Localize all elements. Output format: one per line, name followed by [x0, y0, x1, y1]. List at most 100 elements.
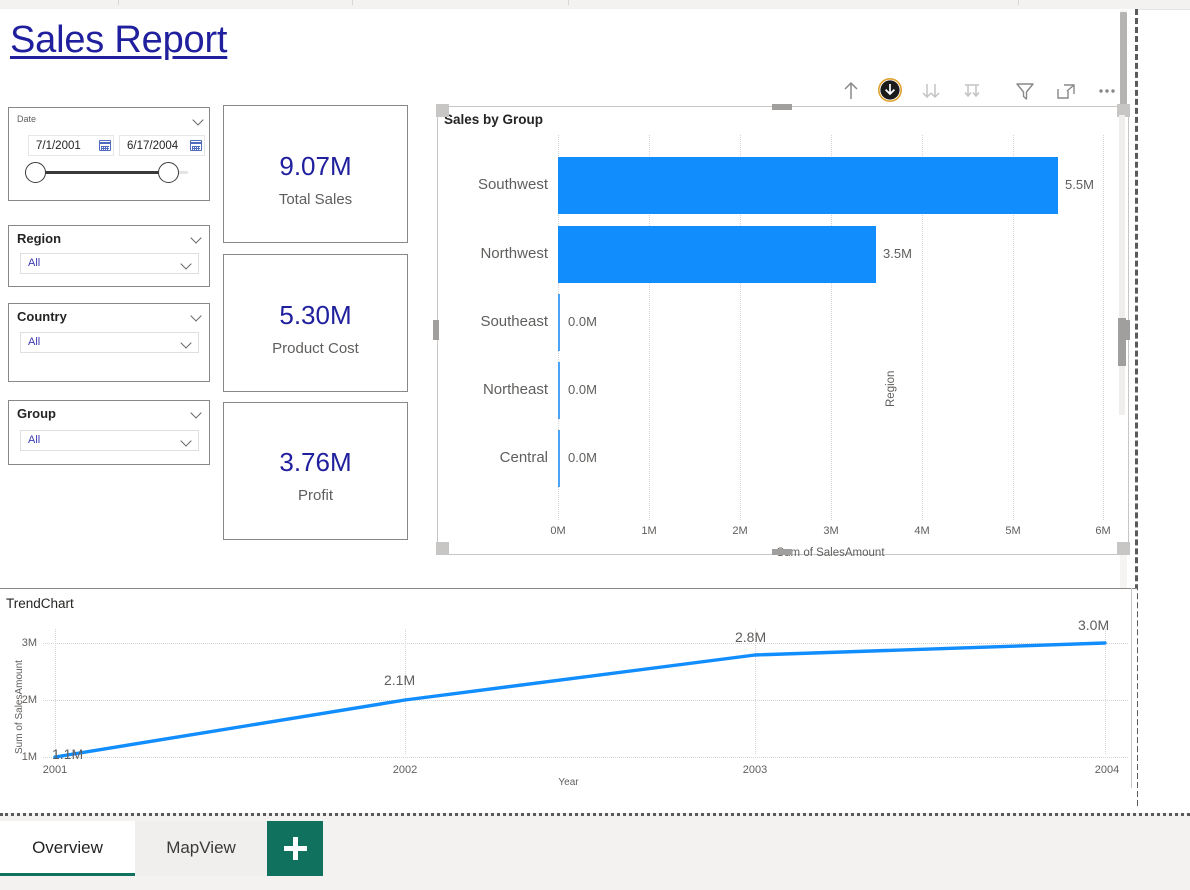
slicer-region-value: All: [28, 257, 41, 269]
ribbon-divider: [568, 0, 569, 5]
x-axis-tick: 5M: [1005, 525, 1021, 537]
x-axis-tick: 2002: [392, 764, 418, 776]
kpi-card-total-sales[interactable]: 9.07M Total Sales: [223, 105, 408, 243]
page-tab-overview[interactable]: Overview: [0, 821, 135, 876]
selection-handle-bottom-center[interactable]: [772, 549, 792, 555]
drill-down-level-icon[interactable]: [957, 76, 987, 106]
bar-chart-scrollbar-thumb[interactable]: [1118, 318, 1126, 366]
slicer-region[interactable]: Region All: [8, 225, 210, 287]
drill-up-icon[interactable]: [836, 76, 866, 106]
selection-handle-left-center[interactable]: [433, 320, 439, 340]
bar-rect[interactable]: [558, 430, 560, 487]
selection-handle-bottom-left[interactable]: [436, 542, 449, 555]
bar-chart-title: Sales by Group: [444, 112, 544, 127]
x-axis-tick: 2M: [732, 525, 748, 537]
bar-value-label: 5.5M: [1065, 177, 1094, 192]
trend-chart-x-axis-title: Year: [558, 777, 579, 788]
page-tab-bar: Overview MapView: [0, 813, 1190, 890]
bar-rect[interactable]: [558, 294, 560, 351]
calendar-icon[interactable]: [190, 140, 202, 151]
slicer-group-value: All: [28, 434, 41, 446]
date-start-value: 7/1/2001: [36, 140, 81, 152]
ribbon-divider: [1018, 0, 1019, 5]
add-page-button[interactable]: [267, 821, 323, 876]
y-axis-tick: 3M: [21, 637, 37, 649]
slicer-region-header: Region: [17, 231, 62, 246]
trend-chart-y-axis-title: Sum of SalesAmount: [14, 660, 25, 754]
chevron-down-icon[interactable]: [182, 338, 193, 349]
selection-handle-bottom-right[interactable]: [1117, 542, 1130, 555]
chevron-down-icon[interactable]: [192, 311, 203, 322]
kpi-card-profit[interactable]: 3.76M Profit: [223, 402, 408, 540]
bar-value-label: 0.0M: [568, 450, 597, 465]
bar-chart-visual[interactable]: Sales by Group Southwest 5.5M Northwest …: [437, 106, 1129, 559]
trend-value-label: 2.1M: [384, 672, 416, 688]
x-axis-tick: 2004: [1094, 764, 1120, 776]
slicer-date-header: Date: [17, 114, 37, 124]
page-tab-label: MapView: [166, 838, 236, 857]
slicer-country-value: All: [28, 336, 41, 348]
bar-category-label: Central: [499, 449, 548, 466]
bar-rect[interactable]: [558, 362, 560, 419]
slicer-country-dropdown[interactable]: All: [20, 332, 199, 353]
calendar-icon[interactable]: [99, 140, 111, 151]
bar-category-label: Southeast: [480, 313, 548, 330]
x-axis-tick: 2003: [742, 764, 768, 776]
bar-value-label: 3.5M: [883, 246, 912, 261]
trend-line-series[interactable]: [43, 629, 1128, 764]
ribbon-divider: [118, 0, 119, 5]
x-axis-tick: 3M: [823, 525, 839, 537]
date-range-slider-handle-end[interactable]: [158, 162, 179, 183]
bar-rect[interactable]: [558, 157, 1058, 214]
expand-all-down-icon[interactable]: [916, 76, 946, 106]
bar-chart-y-axis-title: Region: [885, 370, 897, 407]
slicer-country[interactable]: Country All: [8, 303, 210, 382]
focus-mode-icon[interactable]: [1051, 76, 1081, 106]
kpi-value: 9.07M: [279, 151, 352, 181]
ribbon-divider: [352, 0, 353, 5]
page-title: Sales Report: [10, 19, 228, 61]
selection-handle-top-center[interactable]: [772, 104, 792, 110]
more-options-icon[interactable]: [1092, 76, 1122, 106]
bar-category-label: Northeast: [482, 381, 548, 398]
slicer-group-dropdown[interactable]: All: [20, 430, 199, 451]
kpi-value: 5.30M: [279, 300, 352, 330]
date-end-value: 6/17/2004: [127, 140, 179, 152]
bar-chart-x-axis-title: Sum of SalesAmount: [776, 547, 885, 559]
x-axis-tick: 0M: [550, 525, 566, 537]
filter-icon[interactable]: [1010, 76, 1040, 106]
page-tab-label: Overview: [32, 838, 103, 857]
kpi-label: Profit: [297, 487, 333, 504]
slicer-date[interactable]: Date 7/1/2001 6/17/2004: [8, 107, 210, 201]
kpi-label: Total Sales: [278, 191, 353, 208]
bar-rect[interactable]: [558, 226, 876, 283]
slicer-group-header: Group: [17, 406, 56, 421]
kpi-value: 3.76M: [279, 447, 352, 477]
page-tab-mapview[interactable]: MapView: [135, 821, 267, 876]
date-range-slider-selected: [36, 171, 169, 174]
selection-handle-top-left[interactable]: [436, 104, 449, 117]
x-axis-tick: 4M: [914, 525, 930, 537]
chevron-down-icon[interactable]: [182, 436, 193, 447]
trend-value-label: 3.0M: [1078, 617, 1110, 633]
chevron-down-icon[interactable]: [182, 259, 193, 270]
bar-category-label: Southwest: [477, 176, 548, 193]
chevron-down-icon[interactable]: [194, 115, 205, 126]
bar-chart-scrollbar-track[interactable]: [1119, 115, 1125, 415]
chevron-down-icon[interactable]: [192, 408, 203, 419]
kpi-label: Product Cost: [272, 340, 359, 357]
drill-down-icon[interactable]: [876, 76, 906, 106]
slicer-region-dropdown[interactable]: All: [20, 253, 199, 274]
slicer-country-header: Country: [17, 309, 67, 324]
date-range-slider-handle-start[interactable]: [25, 162, 46, 183]
bar-chart-plot-area: Southwest 5.5M Northwest 3.5M Southeast …: [478, 135, 1111, 559]
kpi-card-product-cost[interactable]: 5.30M Product Cost: [223, 254, 408, 392]
gridline: [1103, 135, 1104, 520]
trend-chart-right-border: [1131, 588, 1132, 788]
x-axis-tick: 1M: [641, 525, 657, 537]
slicer-group[interactable]: Group All: [8, 400, 210, 465]
bar-value-label: 0.0M: [568, 382, 597, 397]
bar-value-label: 0.0M: [568, 314, 597, 329]
chevron-down-icon[interactable]: [192, 233, 203, 244]
trend-chart-visual[interactable]: TrendChart 3M 2M 1M 2001 2002 2003 2004 …: [0, 588, 1137, 806]
